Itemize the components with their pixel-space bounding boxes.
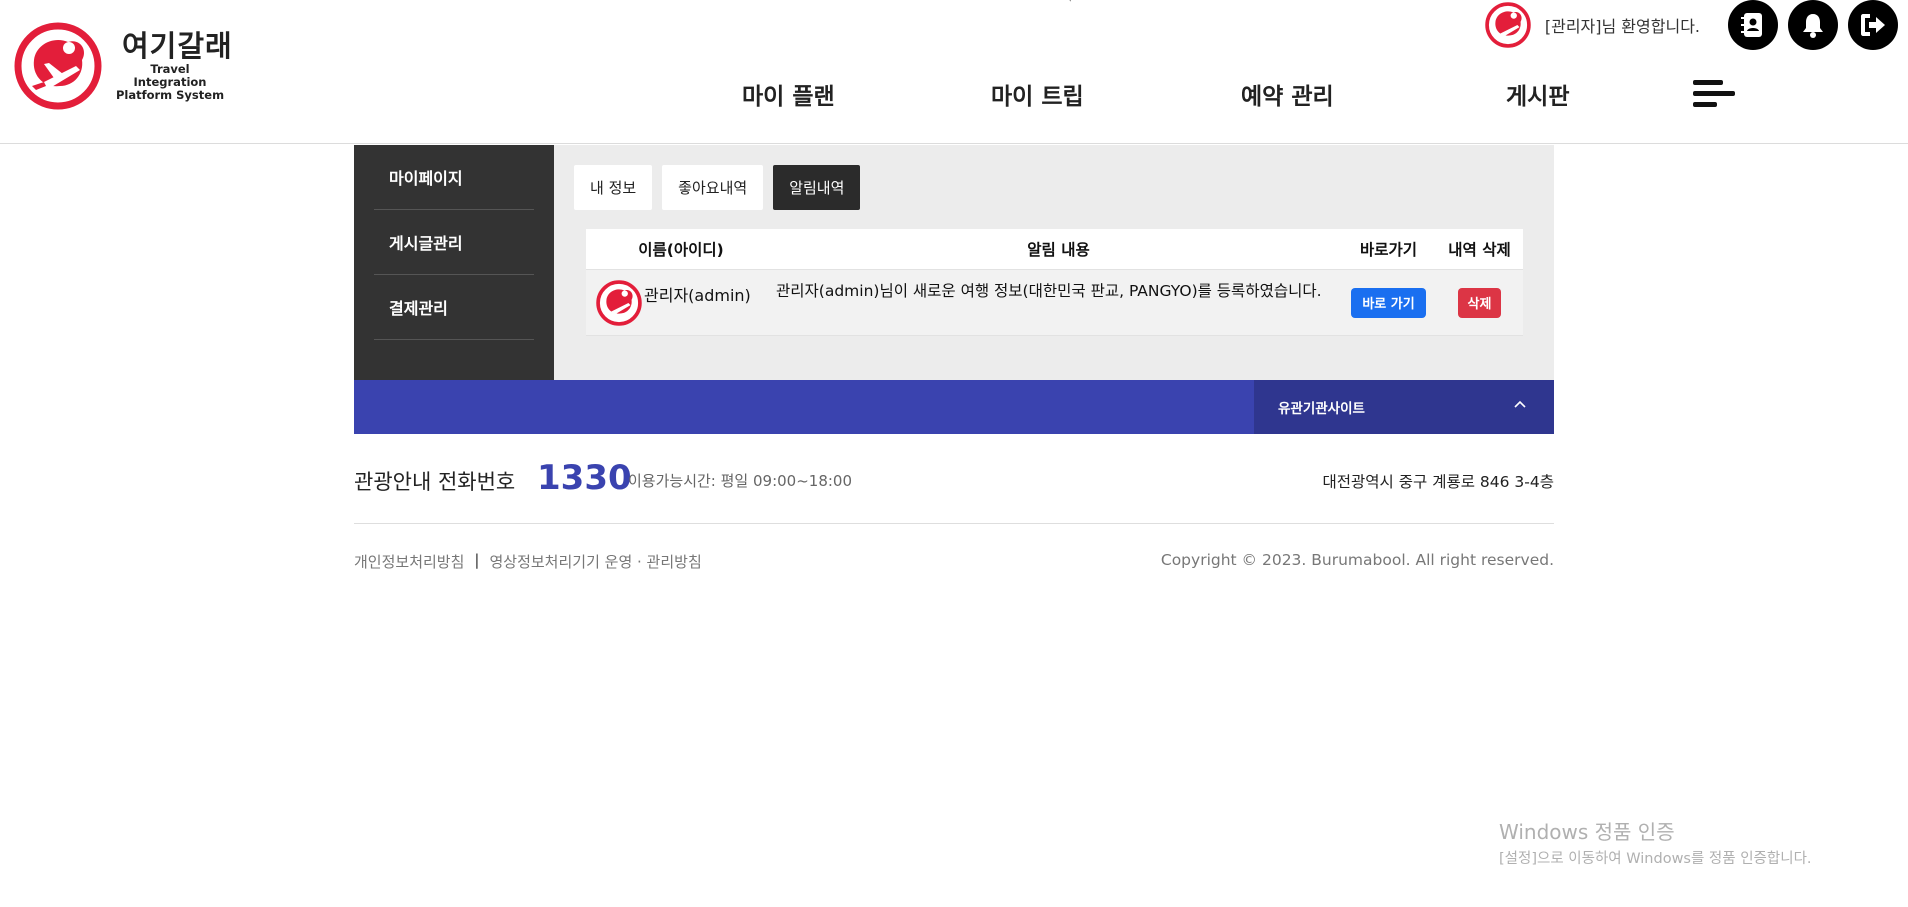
brand-subtitle-1: Travel Integration [133, 61, 207, 89]
main-nav: 마이 플랜 마이 트립 예약 관리 게시판 [742, 77, 1742, 117]
site-header: ✦ 여기갈래 Travel Integration Platform Syste… [0, 0, 1908, 144]
go-button[interactable]: 바로 가기 [1351, 287, 1426, 318]
caret-icon: ✦ [1066, 0, 1074, 5]
related-sites-label: 유관기관사이트 [1278, 401, 1365, 417]
service-hours: 이용가능시간: 평일 09:00~18:00 [628, 472, 853, 490]
watermark-message: [설정]으로 이동하여 Windows를 정품 인증합니다. [1499, 851, 1812, 867]
column-header-content: 알림 내용 [1027, 241, 1090, 259]
windows-activation-watermark: Windows 정품 인증 [설정]으로 이동하여 Windows를 정품 인증… [1499, 816, 1812, 868]
logo-mark-icon [14, 22, 102, 110]
brand-subtitle-2: Platform System [115, 87, 225, 102]
footer-info: 관광안내 전화번호 1330 이용가능시간: 평일 09:00~18:00 대전… [354, 458, 1554, 503]
avatar[interactable] [1485, 2, 1531, 48]
logout-icon [1861, 14, 1885, 36]
tab-likes[interactable]: 좋아요내역 [662, 165, 764, 210]
contact-book-button[interactable] [1728, 0, 1778, 50]
user-area: [관리자]님 환영합니다. [1485, 0, 1898, 50]
watermark-title: Windows 정품 인증 [1499, 820, 1675, 844]
nav-item-reservation[interactable]: 예약 관리 [1241, 77, 1334, 111]
sidebar: 마이페이지 게시글관리 결제관리 [354, 145, 554, 380]
tab-notifications[interactable]: 알림내역 [773, 165, 861, 210]
related-sites-dropdown[interactable]: 유관기관사이트 [1254, 380, 1554, 434]
phone-label: 관광안내 전화번호 [354, 470, 516, 494]
address: 대전광역시 중구 계룡로 846 3-4층 [1322, 473, 1554, 491]
footer-divider [354, 523, 1554, 524]
nav-item-my-trip[interactable]: 마이 트립 [991, 77, 1084, 111]
avatar [596, 280, 642, 326]
link-separator: | [474, 551, 480, 569]
phone-number: 1330 [537, 458, 632, 498]
row-delete-cell: 삭제 [1436, 270, 1523, 335]
contact-book-icon [1741, 13, 1762, 37]
nav-item-board[interactable]: 게시판 [1506, 77, 1569, 111]
cctv-policy-link[interactable]: 영상정보처리기기 운영 · 관리방침 [489, 551, 701, 572]
nav-item-my-plan[interactable]: 마이 플랜 [742, 77, 835, 111]
row-shortcut-cell: 바로 가기 [1341, 270, 1436, 335]
delete-button[interactable]: 삭제 [1457, 287, 1502, 318]
bell-icon [1803, 14, 1823, 38]
page: ✦ 여기갈래 Travel Integration Platform Syste… [0, 0, 1908, 907]
table-row: 관리자(admin) 관리자(admin)님이 새로운 여행 정보(대한민국 판… [586, 270, 1523, 336]
logout-button[interactable] [1848, 0, 1898, 50]
logo-text: 여기갈래 Travel Integration Platform System [116, 28, 233, 102]
chevron-up-icon [1514, 400, 1526, 408]
hamburger-menu-icon[interactable] [1693, 80, 1735, 108]
footer-links: 개인정보처리방침 | 영상정보처리기기 운영 · 관리방침 [354, 551, 702, 572]
sidebar-item-posts[interactable]: 게시글관리 [374, 210, 534, 275]
brand-name: 여기갈래 [122, 28, 233, 63]
privacy-policy-link[interactable]: 개인정보처리방침 [354, 551, 464, 572]
row-user-name: 관리자(admin) [644, 286, 751, 305]
row-name-cell: 관리자(admin) [586, 270, 776, 335]
column-header-delete: 내역 삭제 [1448, 241, 1511, 259]
table-header: 이름(아이디) 알림 내용 바로가기 내역 삭제 [586, 229, 1523, 270]
sidebar-item-mypage[interactable]: 마이페이지 [374, 145, 534, 210]
sidebar-item-payments[interactable]: 결제관리 [374, 275, 534, 340]
column-header-shortcut: 바로가기 [1359, 241, 1418, 259]
notification-button[interactable] [1788, 0, 1838, 50]
content-panel: 내 정보 좋아요내역 알림내역 이름(아이디) 알림 내용 바로가기 내역 삭제 [554, 145, 1554, 380]
column-header-name: 이름(아이디) [638, 241, 724, 259]
logo[interactable]: 여기갈래 Travel Integration Platform System [14, 22, 233, 110]
notification-table: 이름(아이디) 알림 내용 바로가기 내역 삭제 관리자(admin) 관리자(… [586, 229, 1523, 336]
footer-bar: 유관기관사이트 [354, 380, 1554, 434]
tab-my-info[interactable]: 내 정보 [574, 165, 653, 210]
welcome-text: [관리자]님 환영합니다. [1544, 17, 1700, 36]
tab-bar: 내 정보 좋아요내역 알림내역 [574, 165, 870, 210]
copyright: Copyright © 2023. Burumabool. All right … [1160, 551, 1554, 569]
row-content: 관리자(admin)님이 새로운 여행 정보(대한민국 판교, PANGYO)를… [776, 282, 1322, 300]
